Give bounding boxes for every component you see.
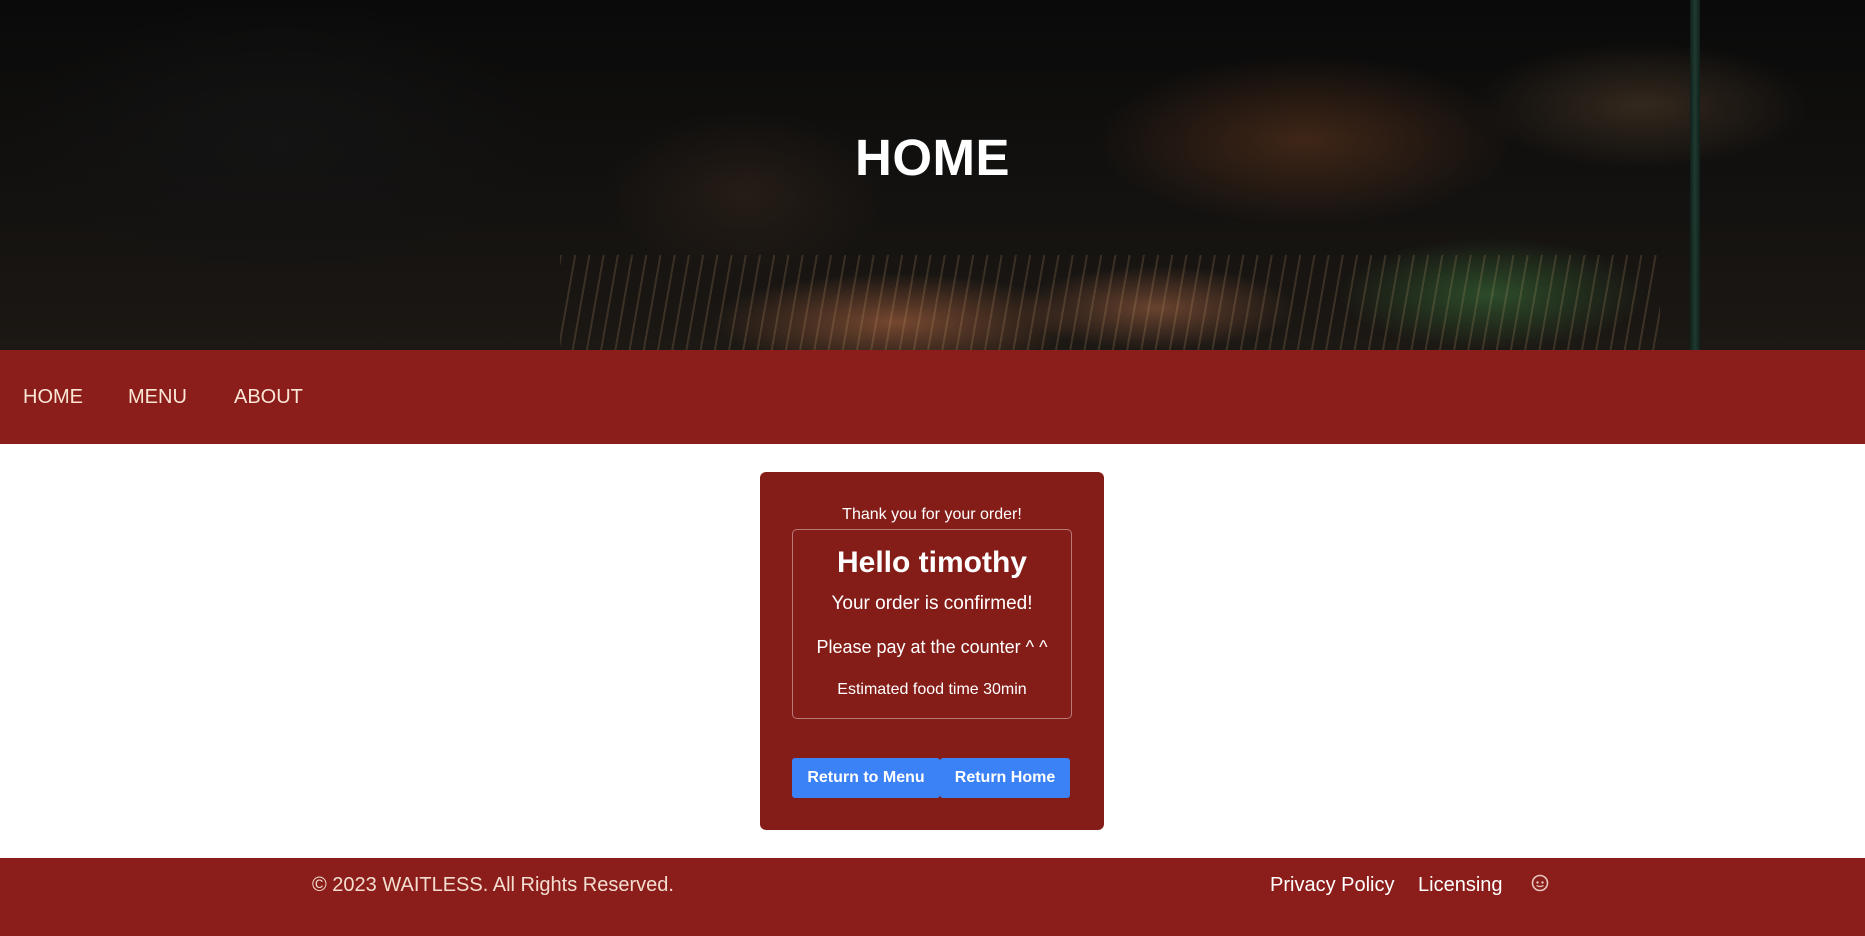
return-to-menu-button[interactable]: Return to Menu [792,758,940,798]
nav-item-about[interactable]: ABOUT [234,386,303,409]
thanks-text: Thank you for your order! [842,506,1022,523]
main-nav: HOME MENU ABOUT [0,350,1865,444]
order-confirmed-text: Your order is confirmed! [831,593,1033,614]
licensing-link[interactable]: Licensing [1418,874,1503,897]
nav-item-menu[interactable]: MENU [128,386,187,409]
github-icon[interactable] [1531,874,1549,892]
greeting-heading: Hello timothy [836,546,1027,579]
return-home-button[interactable]: Return Home [940,758,1070,798]
hero-banner: HOME [0,0,1865,350]
privacy-policy-link[interactable]: Privacy Policy [1270,874,1394,897]
hero-background-skewers [560,255,1660,350]
page-title: HOME [855,129,1010,186]
copyright-text: © 2023 WAITLESS. All Rights Reserved. [312,874,674,896]
footer: © 2023 WAITLESS. All Rights Reserved. Pr… [0,858,1865,936]
pay-note-text: Please pay at the counter ^ ^ [816,637,1048,657]
order-confirmation-card: Thank you for your order! Hello timothy … [760,472,1104,830]
confirmation-box: Hello timothy Your order is confirmed! P… [792,529,1072,719]
estimate-text: Estimated food time 30min [837,681,1027,698]
nav-item-home[interactable]: HOME [23,386,83,409]
